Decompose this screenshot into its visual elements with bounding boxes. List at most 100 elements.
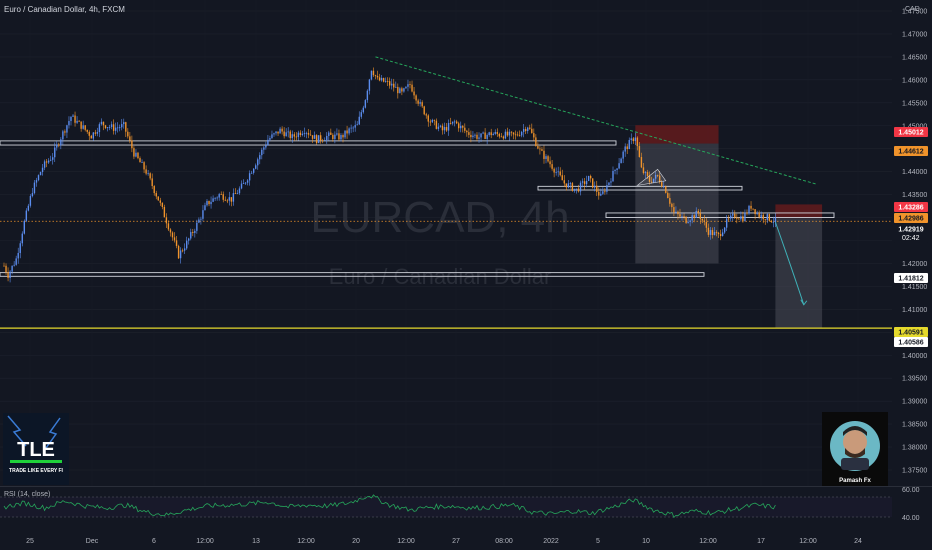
candle-body	[334, 134, 336, 140]
candle-body	[358, 116, 360, 125]
candle-body	[177, 245, 180, 259]
candle-body	[31, 193, 34, 197]
candle-body	[236, 193, 239, 195]
candle	[267, 135, 269, 146]
candle	[370, 70, 373, 81]
price-tick: 1.42000	[902, 261, 927, 268]
candle	[354, 120, 356, 132]
candle	[330, 128, 332, 135]
candle	[602, 187, 604, 196]
candle-body	[466, 130, 468, 133]
candle	[9, 269, 11, 283]
candle-body	[368, 79, 371, 91]
candle	[31, 187, 34, 198]
candle-body	[326, 135, 328, 141]
candle	[346, 125, 348, 139]
candle	[372, 67, 375, 77]
candle	[275, 131, 277, 136]
rsi-upper-label: 60.00	[902, 487, 920, 494]
candle-body	[427, 115, 429, 122]
candle	[598, 187, 600, 200]
candle-body	[415, 95, 417, 101]
time-tick: 12:00	[699, 538, 717, 545]
candle	[226, 198, 228, 204]
candle	[606, 180, 608, 195]
candle-body	[551, 164, 553, 169]
candle-body	[35, 180, 38, 183]
candle	[728, 214, 730, 222]
candle-body	[289, 131, 291, 139]
candle	[112, 119, 115, 135]
price-label-value: 1.41812	[898, 276, 923, 283]
candle-body	[514, 134, 517, 136]
candle	[234, 188, 237, 194]
candle	[549, 156, 551, 168]
candle-body	[370, 70, 373, 80]
candle	[301, 130, 304, 137]
candle-body	[730, 215, 732, 219]
candle-body	[259, 155, 261, 160]
candle-body	[455, 121, 458, 124]
candle-body	[68, 121, 70, 126]
time-tick: 12:00	[297, 538, 315, 545]
candle-body	[192, 232, 194, 233]
candle-body	[269, 138, 271, 140]
candle	[338, 129, 340, 142]
candle	[516, 131, 519, 137]
candle	[82, 120, 84, 130]
candle	[127, 128, 129, 139]
candle-body	[492, 133, 494, 136]
price-label-value: 1.40591	[898, 330, 923, 337]
candle	[194, 228, 196, 238]
candle	[571, 181, 574, 192]
candle-body	[421, 102, 423, 107]
time-axis[interactable]	[0, 532, 932, 550]
candle-body	[577, 188, 580, 192]
candle-body	[411, 84, 413, 92]
candle	[618, 158, 620, 170]
candle	[175, 235, 178, 249]
candle-body	[721, 232, 724, 237]
time-tick: 12:00	[799, 538, 817, 545]
candle	[417, 98, 419, 107]
candle-body	[17, 252, 19, 259]
candle-body	[47, 160, 50, 163]
candle-body	[401, 88, 403, 92]
candle	[125, 121, 127, 138]
candle-body	[496, 132, 498, 134]
candle-body	[480, 133, 482, 138]
candle	[583, 178, 586, 190]
rsi-label[interactable]: RSI (14, close)	[4, 491, 50, 498]
candle	[462, 125, 464, 133]
candle-body	[175, 240, 178, 246]
candle-body	[663, 186, 665, 188]
candle	[60, 137, 62, 150]
candle	[248, 170, 251, 186]
candle-body	[583, 181, 586, 185]
chart-title[interactable]: Euro / Canadian Dollar, 4h, FXCM	[4, 5, 125, 14]
candle	[569, 181, 572, 189]
candle-body	[732, 213, 734, 216]
position-zones[interactable]	[635, 125, 823, 329]
candle	[47, 158, 50, 164]
candle	[232, 188, 235, 206]
candle	[512, 132, 515, 140]
candle-body	[764, 219, 766, 221]
candle-body	[74, 115, 76, 123]
candle	[283, 127, 285, 139]
candle-body	[307, 132, 310, 135]
candle	[732, 209, 734, 221]
candle-body	[565, 183, 568, 188]
price-grid	[0, 0, 892, 486]
chart-canvas[interactable]: EURCAD, 4h Euro / Canadian Dollar 1.4750…	[0, 0, 932, 550]
candle-body	[309, 134, 312, 136]
price-label-value: 1.44612	[898, 149, 923, 156]
currency-label[interactable]: CAD	[905, 6, 920, 13]
price-tick: 1.44000	[902, 169, 927, 176]
candle-body	[119, 127, 121, 129]
candle	[498, 132, 501, 139]
candle	[86, 129, 88, 134]
candle-body	[88, 131, 90, 136]
candle-body	[186, 240, 188, 249]
price-tick: 1.39500	[902, 376, 927, 383]
